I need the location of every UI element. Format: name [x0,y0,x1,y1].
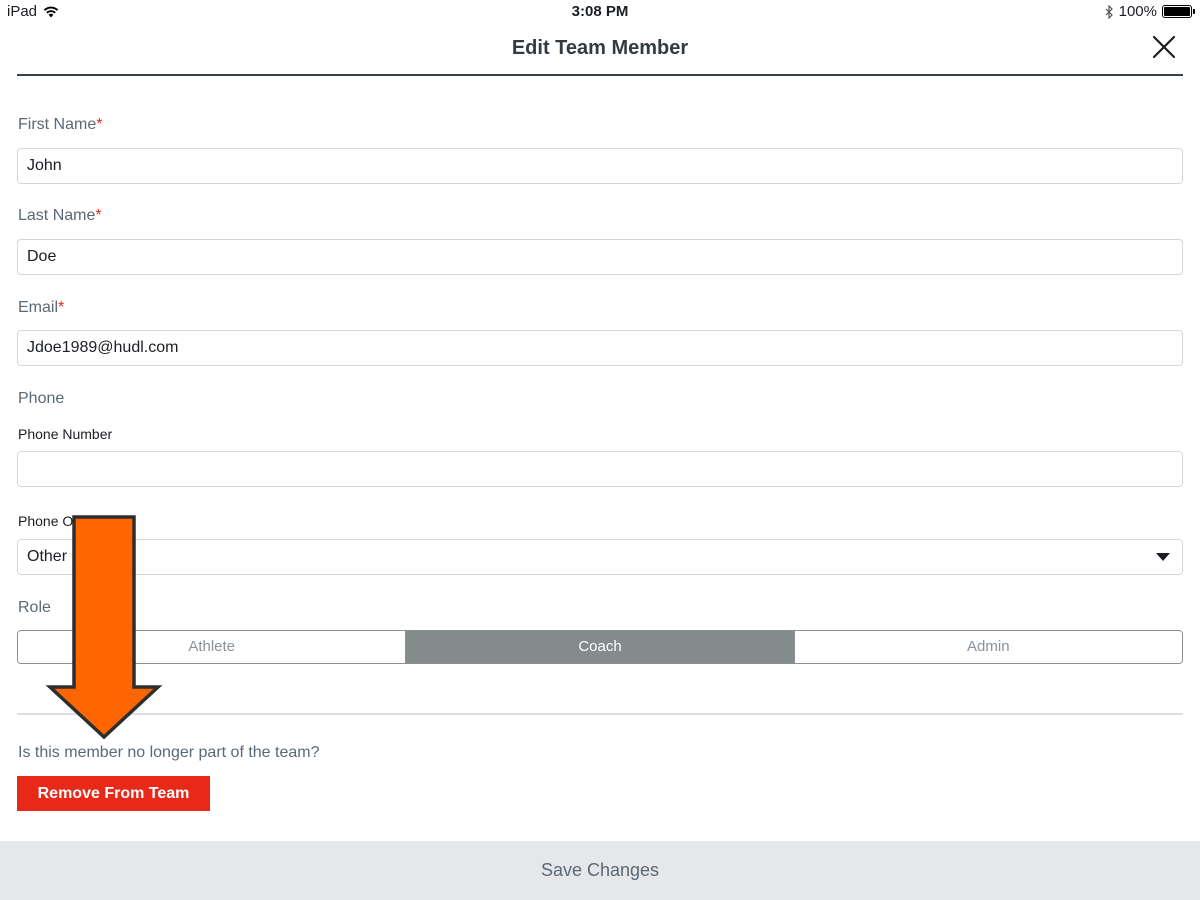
chevron-down-icon [1156,553,1170,561]
remove-question: Is this member no longer part of the tea… [18,744,320,761]
last-name-label: Last Name* [18,207,102,224]
email-field[interactable] [17,330,1183,366]
role-option-admin[interactable]: Admin [793,631,1182,663]
phone-type-label: Phone O [18,513,74,529]
bluetooth-icon [1105,4,1113,19]
page-title: Edit Team Member [511,37,689,59]
battery-icon [1162,5,1195,18]
remove-from-team-button[interactable]: Remove From Team [17,776,210,811]
status-bar: iPad 3:08 PM 100% [0,0,1200,24]
phone-section-label: Phone [18,390,65,407]
required-marker: * [58,299,65,316]
phone-number-field[interactable] [17,451,1183,487]
required-marker: * [95,207,102,224]
close-icon [1152,35,1176,59]
header-divider [17,74,1183,76]
email-label: Email* [18,299,65,316]
section-divider [17,713,1183,715]
first-name-field[interactable] [17,148,1183,184]
role-option-athlete[interactable]: Athlete [18,631,406,663]
save-changes-button[interactable]: Save Changes [0,841,1200,900]
phone-type-select[interactable]: Other [17,539,1183,575]
role-segmented-control: Athlete Coach Admin [17,630,1183,664]
battery-percent: 100% [1118,3,1157,20]
status-time: 3:08 PM [571,3,629,20]
role-label: Role [18,599,51,616]
phone-number-label: Phone Number [18,426,113,442]
required-marker: * [96,116,103,133]
first-name-label: First Name* [18,116,103,133]
close-button[interactable] [1150,33,1178,61]
phone-type-value: Other [27,548,68,565]
last-name-field[interactable] [17,239,1183,275]
role-option-coach[interactable]: Coach [405,631,794,663]
